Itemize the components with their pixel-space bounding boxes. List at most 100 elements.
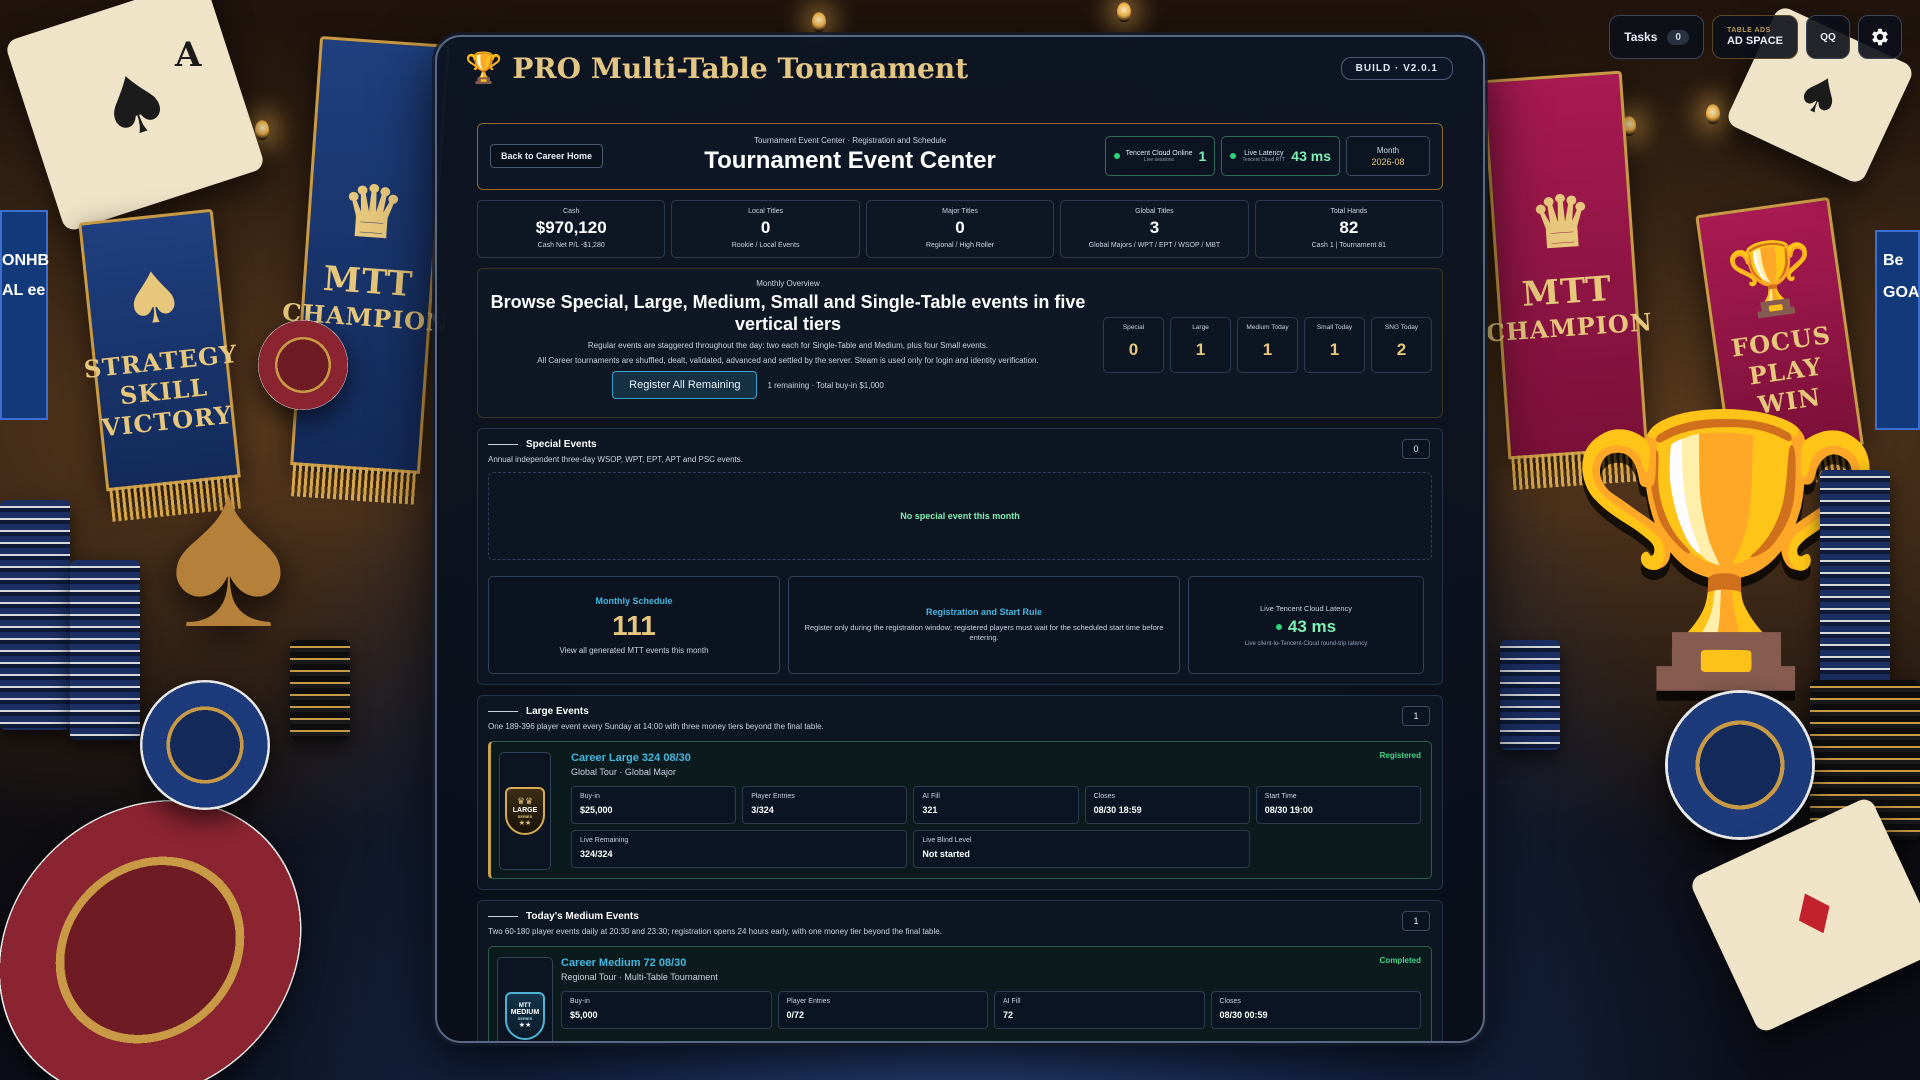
monthly-overview-panel: Monthly Overview Browse Special, Large, …: [477, 268, 1443, 418]
remaining-summary: 1 remaining · Total buy-in $1,000: [767, 380, 884, 390]
cloud-online-sub: Live sessions: [1144, 156, 1175, 163]
tier-card-small[interactable]: Small Today 1: [1304, 317, 1365, 373]
playing-card-ace: ♠: [4, 0, 266, 233]
live-latency-status: Live Latency Tencent Cloud RTT 43 ms: [1221, 136, 1340, 176]
detail-player-entries: Player Entries 3/324: [742, 786, 908, 824]
chip-stack: [70, 560, 140, 740]
section-count-badge: 1: [1402, 911, 1430, 931]
event-card-large[interactable]: ♛♛ LARGE SERIES ★★ Career Large 324 08/3…: [488, 741, 1432, 879]
section-rule: [488, 444, 518, 445]
poker-chip: [140, 680, 270, 810]
medium-series-shield-icon: MTT MEDIUM SERIES ★★: [505, 992, 545, 1040]
registration-rule-card: Registration and Start Rule Register onl…: [788, 576, 1180, 674]
header-kicker: Tournament Event Center · Registration a…: [753, 136, 947, 145]
tasks-count-badge: 0: [1667, 29, 1689, 45]
tournament-window: 🏆 PRO Multi-Table Tournament BUILD · V2.…: [435, 35, 1485, 1043]
section-title: Special Events: [526, 439, 597, 450]
tier-card-large[interactable]: Large 1: [1170, 317, 1231, 373]
detail-buy-in: Buy-in $5,000: [561, 991, 772, 1029]
event-details-grid: Buy-in $5,000 Player Entries 0/72 AI Fill 7…: [561, 991, 1421, 1029]
latency-label: Live Latency: [1244, 149, 1284, 157]
chip-stack: [1500, 640, 1560, 750]
special-info-row: Monthly Schedule 111 View all generated …: [488, 576, 1432, 674]
online-dot-icon: [1113, 153, 1120, 159]
register-all-remaining-button[interactable]: Register All Remaining: [612, 371, 758, 400]
empty-state: No special event this month: [488, 472, 1432, 560]
cloud-online-label: Tencent Cloud Online: [1125, 149, 1193, 157]
app-title: PRO Multi-Table Tournament: [512, 51, 969, 85]
tier-card-special[interactable]: Special 0: [1103, 317, 1164, 373]
trophy-icon: 🏆: [1722, 230, 1822, 326]
tasks-label: Tasks: [1624, 30, 1658, 44]
event-tour: Global Tour · Global Major: [571, 767, 676, 777]
sign-far-left: ONHB AL ee: [0, 210, 49, 420]
event-name[interactable]: Career Medium 72 08/30: [561, 957, 686, 969]
string-light: [812, 12, 826, 32]
monthly-schedule-card[interactable]: Monthly Schedule 111 View all generated …: [488, 576, 780, 674]
back-to-career-button[interactable]: Back to Career Home: [490, 144, 604, 168]
trophy-icon: 🏆: [465, 50, 503, 86]
large-series-shield-icon: ♛♛ LARGE SERIES ★★: [505, 787, 545, 835]
crown-spade-icon: ♛: [338, 167, 408, 255]
event-badge: ♛♛ LARGE SERIES ★★: [499, 752, 551, 870]
cloud-latency-card: Live Tencent Cloud Latency 43 ms Live cl…: [1188, 576, 1424, 674]
overview-text-block: Monthly Overview Browse Special, Large, …: [488, 279, 1088, 400]
overview-kicker: Monthly Overview: [756, 279, 820, 288]
section-title: Large Events: [526, 706, 589, 717]
top-right-controls: Tasks 0 TABLE ADS AD SPACE QQ: [1609, 15, 1902, 59]
card-rank: A: [175, 35, 202, 75]
qq-button[interactable]: QQ: [1806, 15, 1850, 59]
poker-chip: [0, 800, 322, 1080]
month-label: Month: [1376, 145, 1400, 155]
window-title: 🏆 PRO Multi-Table Tournament: [465, 51, 968, 86]
chip-stack: [290, 640, 350, 740]
event-status: Completed: [1379, 956, 1421, 965]
section-rule: [488, 711, 518, 712]
detail-buy-in: Buy-in $25,000: [571, 786, 737, 824]
detail-closes: Closes 08/30 18:59: [1084, 786, 1250, 824]
window-header: 🏆 PRO Multi-Table Tournament BUILD · V2.…: [437, 37, 1483, 99]
string-light: [255, 120, 269, 140]
stat-card-cash: Cash $970,120 Cash Net P/L -$1,280: [477, 200, 666, 258]
header-title-block: Tournament Event Center · Registration a…: [638, 136, 1062, 175]
section-count-badge: 0: [1402, 439, 1430, 459]
latency-value: 43 ms: [1291, 148, 1331, 164]
page-title: Tournament Event Center: [704, 147, 996, 174]
overview-actions: Register All Remaining 1 remaining · Tot…: [488, 371, 1088, 400]
tier-card-medium[interactable]: Medium Today 1: [1237, 317, 1298, 373]
detail-closes: Closes 08/30 00:59: [1210, 991, 1421, 1029]
scroll-area[interactable]: Back to Career Home Tournament Event Cen…: [467, 123, 1453, 1041]
golden-spade-statue: ♠: [170, 427, 287, 673]
crown-spade-icon: ♛: [1527, 177, 1597, 265]
special-events-section: Special Events Annual independent three-…: [477, 428, 1443, 685]
cloud-online-value: 1: [1198, 148, 1207, 164]
banner-mtt-champion-right: ♛ MTT CHAMPION: [1481, 70, 1654, 460]
month-indicator: Month 2026-08: [1346, 136, 1430, 176]
overview-title: Browse Special, Large, Medium, Small and…: [490, 292, 1086, 334]
stat-card-local-titles: Local Titles 0 Rookie / Local Events: [671, 200, 860, 258]
ads-big-label: AD SPACE: [1726, 35, 1783, 47]
detail-ai-fill: AI Fill 321: [913, 786, 1079, 824]
event-center-header: Back to Career Home Tournament Event Cen…: [477, 123, 1443, 190]
cloud-online-status: Tencent Cloud Online Live sessions 1: [1104, 136, 1216, 176]
event-name[interactable]: Career Large 324 08/30: [571, 752, 691, 764]
detail-player-entries: Player Entries 0/72: [777, 991, 988, 1029]
ad-space-button[interactable]: TABLE ADS AD SPACE: [1711, 15, 1798, 59]
event-badge: MTT MEDIUM SERIES ★★: [497, 957, 553, 1041]
overview-line-2: All Career tournaments are shuffled, dea…: [537, 356, 1039, 366]
stat-card-global-titles: Global Titles 3 Global Majors / WPT / EP…: [1060, 200, 1249, 258]
tier-card-sng[interactable]: SNG Today 2: [1371, 317, 1432, 373]
stat-card-major-titles: Major Titles 0 Regional / High Roller: [865, 200, 1055, 258]
sign-far-right: Be GOA: [1875, 230, 1920, 430]
poker-chip: [258, 320, 348, 410]
section-rule: [488, 916, 518, 917]
online-dot-icon: [1230, 153, 1237, 159]
section-description: Annual independent three-day WSOP, WPT, …: [488, 455, 743, 464]
tasks-button[interactable]: Tasks 0: [1609, 15, 1704, 59]
poker-chip: [1665, 690, 1815, 840]
event-card-medium[interactable]: MTT MEDIUM SERIES ★★ Career Medium 72 08…: [488, 946, 1432, 1041]
medium-events-section: Today's Medium Events Two 60-180 player …: [477, 900, 1443, 1041]
detail-live-blind-level: Live Blind Level Not started: [913, 830, 1250, 868]
settings-button[interactable]: [1858, 15, 1902, 59]
player-stats-row: Cash $970,120 Cash Net P/L -$1,280 Local…: [477, 200, 1444, 258]
